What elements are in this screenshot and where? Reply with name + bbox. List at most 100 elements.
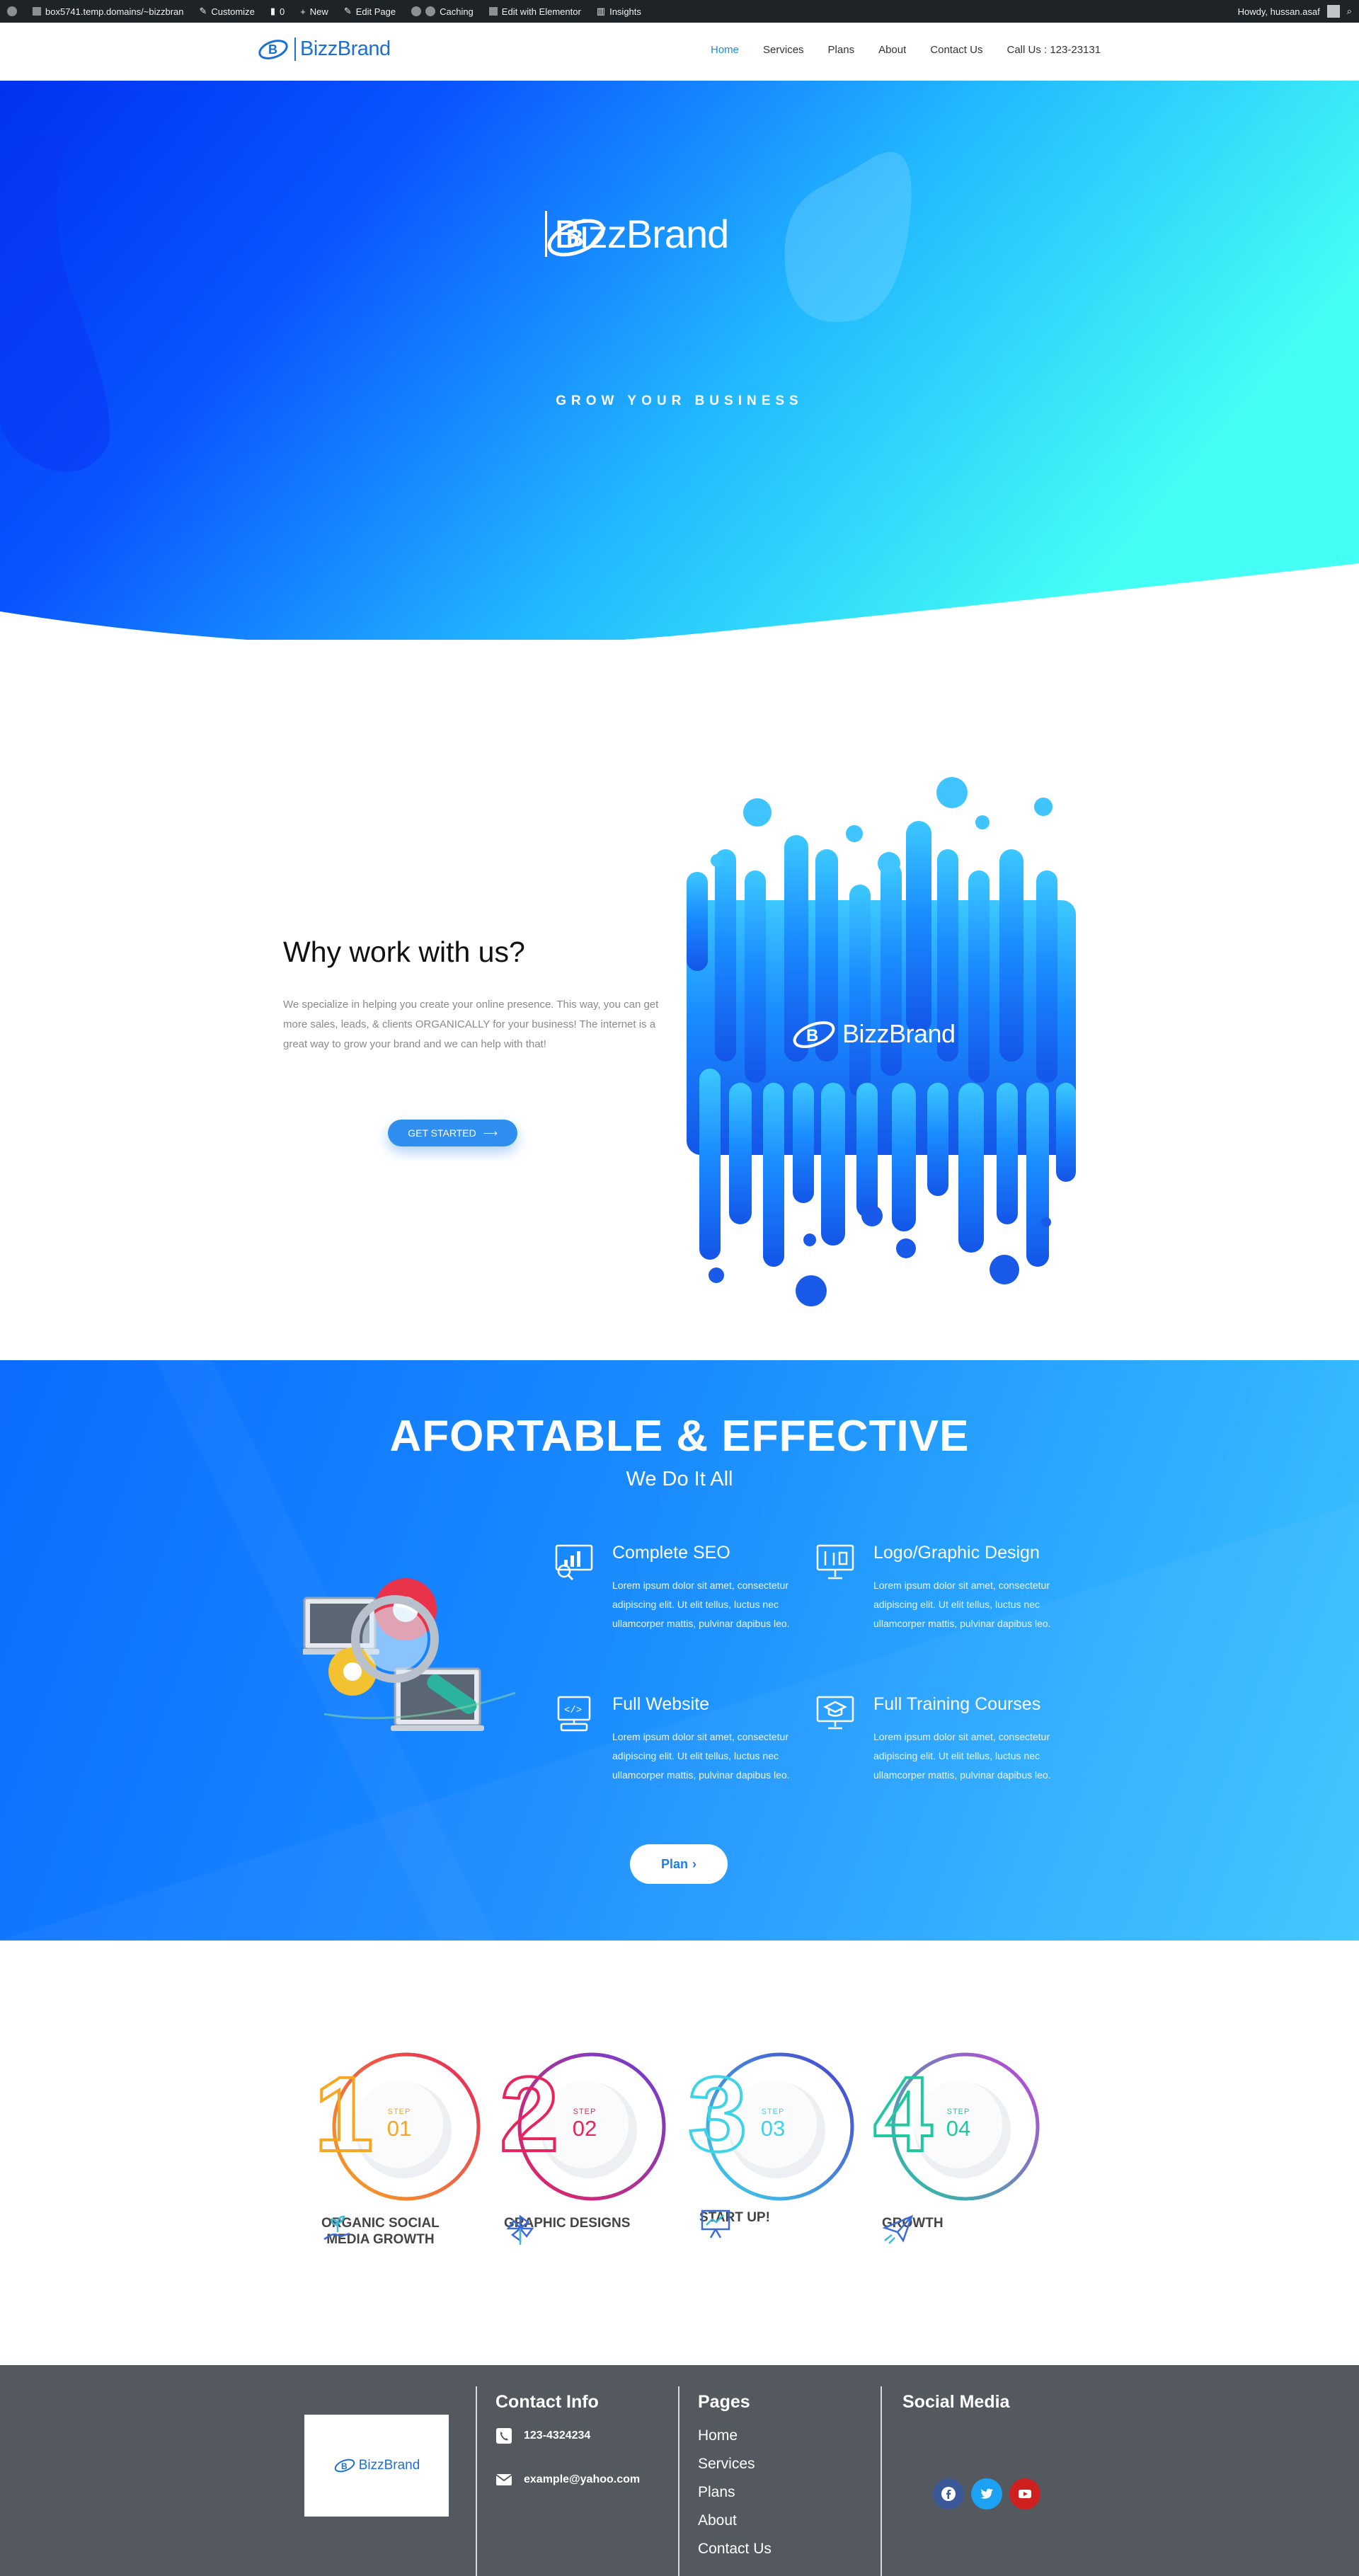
admin-bar: box5741.temp.domains/~bizzbran ✎ Customiz… [0, 0, 1359, 23]
caching-icon [425, 6, 436, 16]
hero-logo: B BizzBrand [545, 211, 729, 257]
svg-text:</>: </> [564, 1705, 582, 1716]
facebook-icon[interactable] [933, 2478, 964, 2509]
step-3: 3 STEP 03 START UP! [687, 2045, 858, 2238]
footer-phone-text: 123-4324234 [524, 2430, 591, 2442]
hero-section: B BizzBrand GROW YOUR BUSINESS [0, 81, 1359, 640]
site-logo[interactable]: B BizzBrand [258, 37, 391, 61]
steps-section: 1 STEP 01 ORGANIC SOCIAL MEDIA GROWTH 2 … [0, 2045, 1359, 2258]
footer-link-contact[interactable]: Contact Us [698, 2541, 772, 2557]
step-label: STEP 03 [730, 2108, 815, 2141]
step-number: 02 [572, 2116, 597, 2141]
avatar[interactable] [1326, 5, 1340, 18]
admin-caching-link[interactable]: Caching [411, 6, 474, 17]
envelope-icon [495, 2474, 512, 2485]
presentation-icon [701, 2209, 730, 2238]
admin-site-link[interactable]: box5741.temp.domains/~bizzbran [33, 6, 183, 17]
nav-plans[interactable]: Plans [828, 44, 855, 56]
step-number: 01 [386, 2116, 412, 2141]
bar-chart-icon: ▥ [596, 6, 606, 16]
footer-email-text: example@yahoo.com [524, 2473, 641, 2485]
footer-logo-mark-icon: B [334, 2459, 355, 2473]
footer-logo-text: BizzBrand [358, 2458, 420, 2473]
why-title: Why work with us? [283, 936, 525, 968]
home-icon [33, 7, 41, 16]
footer-logo[interactable]: B BizzBrand [304, 2415, 449, 2517]
design-board-icon [816, 1544, 854, 1580]
services-title: AFORTABLE & EFFECTIVE [389, 1412, 970, 1461]
graduation-monitor-icon [816, 1696, 854, 1730]
site-footer: B BizzBrand Contact Info 123-4324234 exa… [0, 2365, 1359, 2576]
service-full-website: </> Full Website Lorem ipsum dolor sit a… [557, 1694, 818, 1785]
footer-email[interactable]: example@yahoo.com [495, 2471, 640, 2488]
svg-text:B: B [268, 42, 277, 57]
service-complete-seo: Complete SEO Lorem ipsum dolor sit amet,… [555, 1543, 818, 1633]
nav-call[interactable]: Call Us : 123-23131 [1007, 44, 1101, 56]
footer-link-plans[interactable]: Plans [698, 2484, 772, 2500]
site-header: B BizzBrand Home Services Plans About Co… [0, 23, 1359, 81]
step-1: 1 STEP 01 ORGANIC SOCIAL MEDIA GROWTH [313, 2045, 484, 2247]
comment-icon: ▮ [270, 6, 275, 16]
drip-logo-text: BizzBrand [842, 1019, 956, 1048]
twitter-icon[interactable] [971, 2478, 1002, 2509]
services-section: AFORTABLE & EFFECTIVE We Do It All Compl… [0, 1360, 1359, 1940]
pages-heading: Pages [698, 2392, 750, 2412]
nav-about[interactable]: About [878, 44, 906, 56]
drip-logo: B BizzBrand [791, 1016, 956, 1052]
seo-chart-icon [555, 1544, 593, 1581]
admin-customize-link[interactable]: ✎ Customize [199, 6, 254, 17]
footer-divider [678, 2386, 680, 2576]
step-label: STEP 04 [916, 2108, 1001, 2141]
search-icon[interactable]: ⌕ [1347, 6, 1352, 17]
plan-button[interactable]: Plan › [630, 1844, 728, 1884]
service-title: Logo/Graphic Design [873, 1543, 1040, 1563]
wordpress-icon[interactable] [7, 6, 17, 16]
admin-new-link[interactable]: + New [300, 6, 328, 17]
contact-heading: Contact Info [495, 2392, 599, 2412]
step-label: STEP 02 [542, 2108, 627, 2141]
paper-plane-icon [882, 2214, 914, 2244]
social-heading: Social Media [902, 2392, 1010, 2412]
step-number: 03 [760, 2116, 786, 2141]
svg-text:B: B [566, 225, 584, 252]
step-caption: GROWTH [882, 2212, 944, 2244]
admin-edit-page-link[interactable]: ✎ Edit Page [344, 6, 396, 17]
hero-logo-mark-icon: B [547, 219, 605, 257]
footer-link-about[interactable]: About [698, 2512, 772, 2529]
nav-home[interactable]: Home [711, 44, 739, 56]
footer-link-home[interactable]: Home [698, 2427, 772, 2444]
footer-divider [476, 2386, 477, 2576]
step-4: 4 STEP 04 GROWTH [872, 2045, 1043, 2244]
service-logo-design: Logo/Graphic Design Lorem ipsum dolor si… [816, 1543, 1079, 1633]
code-monitor-icon: </> [557, 1696, 591, 1732]
step-word: STEP [387, 2108, 411, 2116]
services-subtitle: We Do It All [626, 1468, 733, 1490]
nav-services[interactable]: Services [763, 44, 804, 56]
service-text: Lorem ipsum dolor sit amet, consectetur … [873, 1580, 1051, 1629]
svg-text:B: B [806, 1026, 818, 1045]
service-title: Full Website [612, 1694, 710, 1714]
logo-mark-icon: B [258, 40, 288, 59]
admin-comments-link[interactable]: ▮ 0 [270, 6, 285, 17]
step-caption: ORGANIC SOCIAL MEDIA GROWTH [321, 2212, 440, 2248]
seo-gears-illustration [303, 1578, 516, 1731]
pinwheel-icon [506, 2214, 534, 2245]
step-2: 2 STEP 02 GRAPHIC DESIGNS [498, 2045, 670, 2245]
admin-insights-link[interactable]: ▥ Insights [597, 6, 641, 17]
nav-contact[interactable]: Contact Us [930, 44, 982, 56]
get-started-button[interactable]: GET STARTED ⟶ [388, 1120, 517, 1146]
hero-tagline: GROW YOUR BUSINESS [556, 393, 803, 408]
service-text: Lorem ipsum dolor sit amet, consectetur … [612, 1731, 790, 1781]
admin-account-link[interactable]: Howdy, hussan.asaf [1238, 6, 1320, 17]
step-number: 04 [946, 2116, 971, 2141]
elementor-icon [488, 7, 498, 16]
step-word: STEP [946, 2108, 970, 2116]
footer-link-services[interactable]: Services [698, 2456, 772, 2472]
youtube-icon[interactable] [1009, 2478, 1040, 2509]
step-caption: START UP! [699, 2207, 770, 2238]
footer-pages-list: Home Services Plans About Contact Us [698, 2427, 772, 2557]
step-word: STEP [573, 2108, 597, 2116]
footer-phone[interactable]: 123-4324234 [495, 2427, 590, 2444]
pencil-icon: ✎ [343, 6, 352, 16]
admin-elementor-link[interactable]: Edit with Elementor [488, 6, 581, 17]
